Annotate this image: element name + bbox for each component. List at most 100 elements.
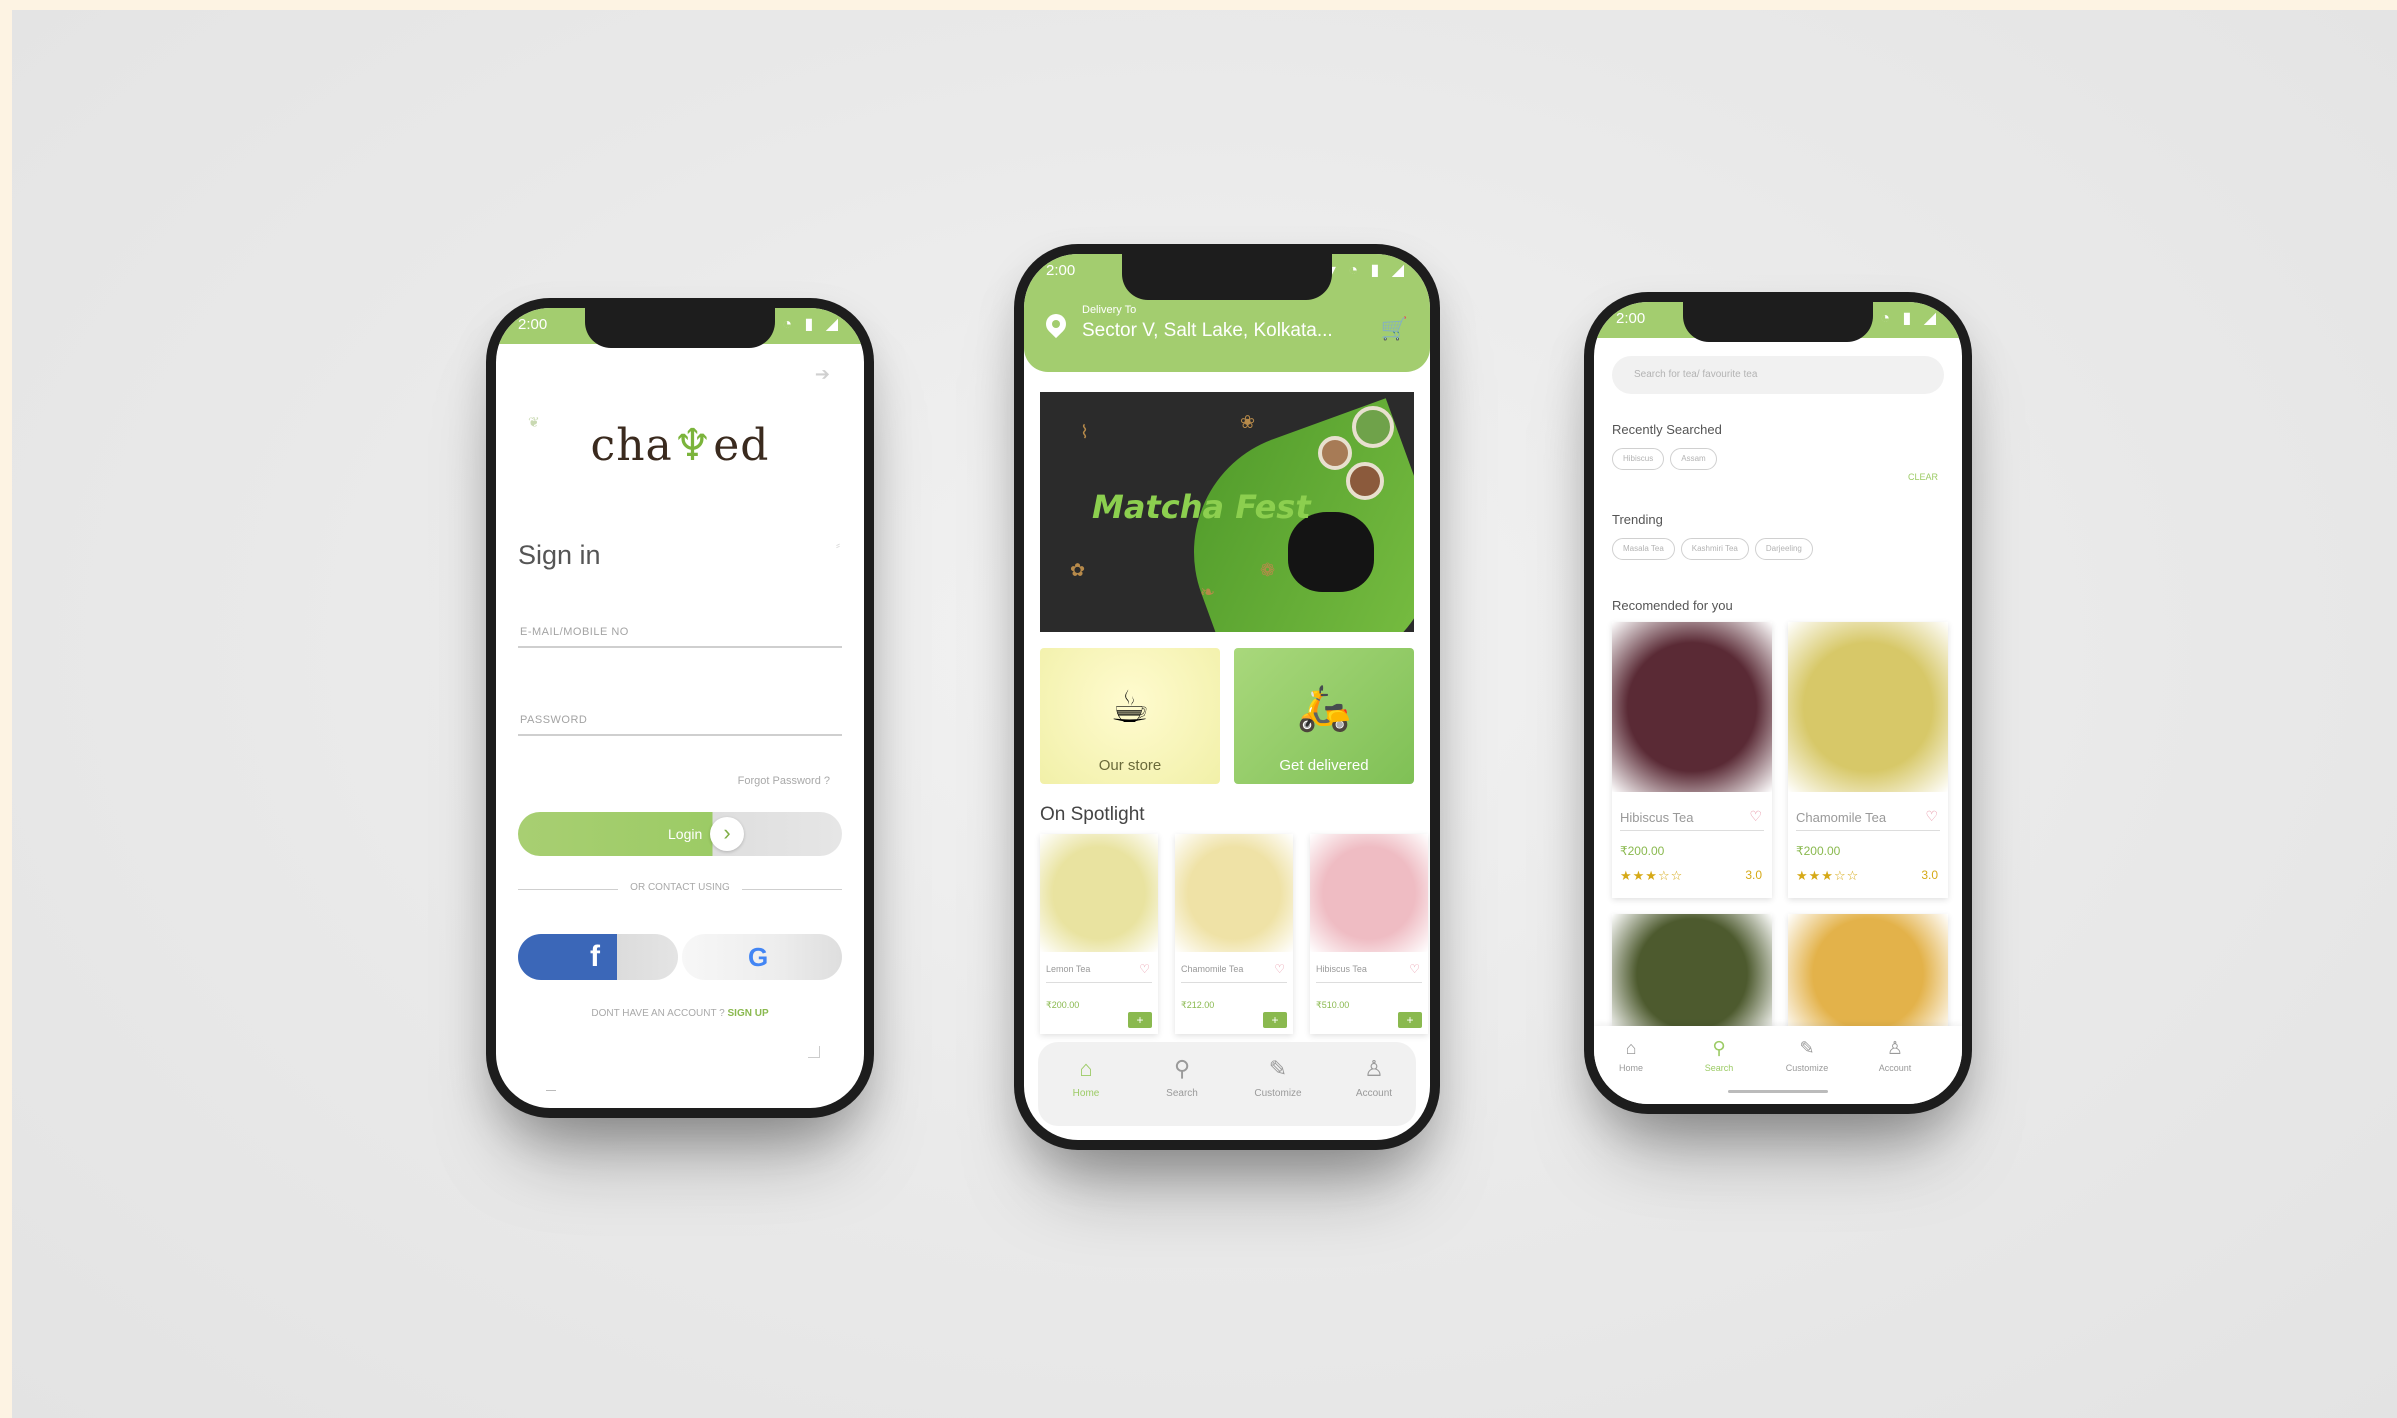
signin-screen: 2:00 ▾ ◔ ▮ ◢ ➔ ❦ cha♆ed Sign in ⸗ E-MAIL… [496, 308, 864, 1108]
divider-line [742, 889, 842, 890]
product-card[interactable]: Hibiscus Tea ♡ ₹200.00 ★★★☆☆ 3.0 [1612, 622, 1772, 898]
search-icon: ⚲ [1173, 1056, 1191, 1081]
product-name: Hibiscus Tea [1316, 964, 1367, 974]
star-rating: ★★★☆☆ [1620, 868, 1684, 883]
spice-icon: ✿ [1070, 560, 1086, 580]
heart-icon[interactable]: ♡ [1925, 808, 1938, 825]
heart-icon[interactable]: ♡ [1749, 808, 1762, 825]
home-icon: ⌂ [1625, 1038, 1637, 1058]
product-image [1175, 834, 1293, 952]
tile-label: Get delivered [1279, 757, 1369, 774]
phone-signin: 2:00 ▾ ◔ ▮ ◢ ➔ ❦ cha♆ed Sign in ⸗ E-MAIL… [486, 298, 874, 1118]
trending-chip[interactable]: Darjeeling [1754, 538, 1813, 560]
delivery-address[interactable]: Sector V, Salt Lake, Kolkata... [1082, 320, 1333, 342]
bottom-nav: ⌂ Home ⚲ Search ✎ Customize ♙ Account [1038, 1042, 1416, 1126]
section-title: Recomended for you [1612, 598, 1733, 613]
nav-search[interactable]: ⚲ Search [1142, 1056, 1222, 1099]
home-indicator-bar [1728, 1090, 1828, 1093]
recent-chip[interactable]: Assam [1670, 448, 1717, 470]
signup-link[interactable]: SIGN UP [728, 1008, 769, 1019]
divider-or: OR CONTACT USING [518, 882, 842, 896]
search-icon: ⚲ [1712, 1038, 1726, 1058]
nav-label: Customize [1254, 1088, 1302, 1099]
trending-chip[interactable]: Masala Tea [1612, 538, 1675, 560]
tea-cup-icon: ☕ [1110, 683, 1150, 732]
heart-icon[interactable]: ♡ [1139, 962, 1150, 976]
nav-customize[interactable]: ✎ Customize [1238, 1056, 1318, 1099]
page-title: Sign in [518, 540, 601, 570]
section-title: Trending [1612, 512, 1663, 527]
password-field[interactable]: PASSWORD [518, 696, 842, 736]
product-name: Lemon Tea [1046, 964, 1091, 974]
email-field[interactable]: E-MAIL/MOBILE NO [518, 608, 842, 648]
product-card[interactable] [1788, 914, 1948, 1034]
add-to-cart-button[interactable]: + [1128, 1012, 1152, 1028]
google-icon: G [748, 942, 769, 972]
product-price: ₹200.00 [1046, 1000, 1080, 1010]
promo-banner[interactable]: ⌇ ❀ ✿ ❧ ❁ Matcha Fest [1040, 392, 1414, 632]
product-price: ₹200.00 [1620, 844, 1665, 858]
recent-chip[interactable]: Hibiscus [1612, 448, 1665, 470]
product-image [1612, 622, 1772, 792]
divider [1181, 982, 1287, 983]
account-icon: ♙ [1364, 1056, 1384, 1081]
cart-icon[interactable]: 🛒 [1381, 316, 1408, 342]
pencil-icon: ✎ [1268, 1056, 1288, 1081]
product-card[interactable] [1612, 914, 1772, 1034]
signup-row: DONT HAVE AN ACCOUNT ? SIGN UP [496, 1008, 864, 1019]
heart-icon[interactable]: ♡ [1274, 962, 1285, 976]
home-screen: 2:00 ▾ ◔ ▮ ◢ Delivery To Sector V, Salt … [1024, 254, 1430, 1140]
nav-search[interactable]: ⚲ Search [1682, 1038, 1756, 1073]
rating-value: 3.0 [1745, 868, 1762, 882]
forward-arrow-icon[interactable]: ➔ [815, 364, 830, 385]
heart-icon[interactable]: ♡ [1409, 962, 1420, 976]
google-login-button[interactable]: G [682, 934, 842, 980]
add-to-cart-button[interactable]: + [1263, 1012, 1287, 1028]
nav-label: Home [1618, 1063, 1643, 1073]
trending-chip[interactable]: Kashmiri Tea [1680, 538, 1749, 560]
location-pin-icon[interactable] [1041, 309, 1071, 339]
tea-cup-graphic [1346, 462, 1384, 500]
notch [1683, 302, 1873, 342]
spice-icon: ❀ [1240, 412, 1256, 432]
phone-search: 2:00 ▾ ◔ ▮ ◢ Search for tea/ favourite t… [1584, 292, 1972, 1114]
divider [1620, 830, 1764, 831]
tea-cup-graphic [1318, 436, 1352, 470]
dash-decoration [546, 1090, 556, 1091]
product-card[interactable]: Hibiscus Tea ♡ ₹510.00 + [1310, 834, 1428, 1034]
logo-text-end: ed [713, 420, 770, 471]
nav-account[interactable]: ♙ Account [1334, 1056, 1414, 1099]
add-to-cart-button[interactable]: + [1398, 1012, 1422, 1028]
nav-home[interactable]: ⌂ Home [1046, 1056, 1126, 1099]
search-input[interactable]: Search for tea/ favourite tea [1612, 356, 1944, 394]
notch [1122, 254, 1332, 300]
product-card[interactable]: Lemon Tea ♡ ₹200.00 + [1040, 834, 1158, 1034]
login-label: Login [668, 826, 703, 842]
chevron-right-icon: › [710, 817, 744, 851]
delivery-label: Delivery To [1082, 304, 1137, 316]
clear-link[interactable]: CLEAR [1908, 472, 1938, 482]
product-image [1788, 914, 1948, 1034]
our-store-tile[interactable]: ☕ Our store [1040, 648, 1220, 784]
facebook-login-button[interactable]: f [518, 934, 678, 980]
phone-home: 2:00 ▾ ◔ ▮ ◢ Delivery To Sector V, Salt … [1014, 244, 1440, 1150]
nav-customize[interactable]: ✎ Customize [1770, 1038, 1844, 1073]
quick-tiles: ☕ Our store 🛵 Get delivered [1040, 648, 1414, 784]
status-time: 2:00 [518, 316, 548, 333]
product-price: ₹200.00 [1796, 844, 1841, 858]
product-name: Chamomile Tea [1796, 810, 1887, 825]
leaf-decoration-icon: ⸗ [836, 538, 840, 552]
nav-home[interactable]: ⌂ Home [1594, 1038, 1668, 1073]
forgot-password-link[interactable]: Forgot Password ? [738, 775, 830, 787]
product-card[interactable]: Chamomile Tea ♡ ₹212.00 + [1175, 834, 1293, 1034]
logo-leaf-icon: ♆ [672, 420, 714, 471]
product-name: Chamomile Tea [1181, 964, 1244, 974]
banner-title: Matcha Fest [1092, 488, 1311, 526]
nav-account[interactable]: ♙ Account [1858, 1038, 1932, 1073]
tile-label: Our store [1098, 757, 1162, 774]
notch [585, 308, 775, 348]
login-button[interactable]: Login › [518, 812, 842, 856]
get-delivered-tile[interactable]: 🛵 Get delivered [1234, 648, 1414, 784]
corner-decoration [808, 1046, 820, 1058]
product-card[interactable]: Chamomile Tea ♡ ₹200.00 ★★★☆☆ 3.0 [1788, 622, 1948, 898]
